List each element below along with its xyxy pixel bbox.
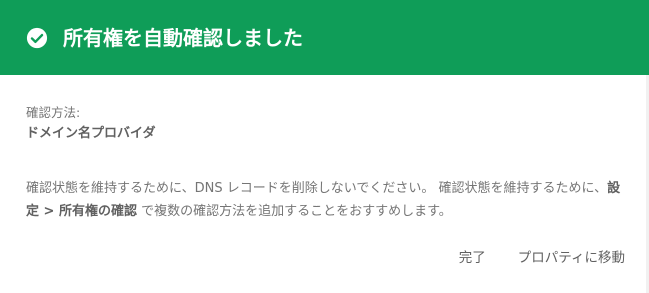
- check-circle-icon: [26, 27, 48, 49]
- verification-method-label: 確認方法:: [26, 105, 81, 120]
- go-to-property-button[interactable]: プロパティに移動: [486, 246, 625, 270]
- description-text-2: で複数の確認方法を追加することをおすすめします。: [136, 204, 452, 219]
- done-button[interactable]: 完了: [427, 246, 486, 270]
- dialog-title: 所有権を自動確認しました: [63, 26, 303, 50]
- description-text-1: 確認状態を維持するために、DNS レコードを削除しないでください。 確認状態を維…: [26, 181, 608, 196]
- dialog-actions: 完了 プロパティに移動: [427, 246, 625, 270]
- verification-method-value: ドメイン名プロバイダ: [26, 126, 156, 141]
- dialog-header: 所有権を自動確認しました: [0, 0, 649, 75]
- dialog-description: 確認状態を維持するために、DNS レコードを削除しないでください。 確認状態を維…: [26, 177, 626, 223]
- verification-dialog: 所有権を自動確認しました 確認方法: ドメイン名プロバイダ 確認状態を維持するた…: [0, 0, 649, 293]
